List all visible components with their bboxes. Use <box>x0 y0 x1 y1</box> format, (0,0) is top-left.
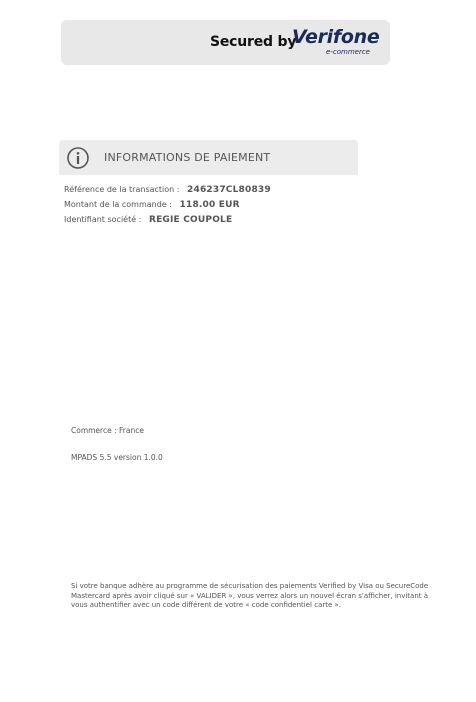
order-amount-label: Montant de la commande : <box>64 200 172 209</box>
secured-by-label: Secured by <box>210 34 297 50</box>
brand-name: Verifone <box>292 26 380 48</box>
verifone-logo: Verifone e-commerce <box>290 26 380 60</box>
security-note: Si votre banque adhère au programme de s… <box>71 582 476 611</box>
payment-page: Secured by Verifone e-commerce INFORMATI… <box>0 0 476 702</box>
payment-info-header: INFORMATIONS DE PAIEMENT <box>59 140 358 175</box>
company-id-value: REGIE COUPOLE <box>148 215 233 225</box>
security-note-line: Si votre banque adhère au programme de s… <box>71 582 429 590</box>
transaction-reference-row: Référence de la transaction : 246237CL80… <box>64 185 271 195</box>
mpads-version: MPADS 5.5 version 1.0.0 <box>71 453 163 462</box>
order-amount-row: Montant de la commande : 118.00 EUR <box>64 200 240 210</box>
company-id-label: Identifiant société : <box>64 215 142 224</box>
payment-info-title: INFORMATIONS DE PAIEMENT <box>104 151 271 164</box>
security-note-line: Mastercard après avoir cliqué sur « VALI… <box>71 591 429 600</box>
commerce-country: Commerce : France <box>71 426 144 435</box>
transaction-reference-value: 246237CL80839 <box>187 185 271 195</box>
company-id-row: Identifiant société : REGIE COUPOLE <box>64 215 232 225</box>
transaction-reference-label: Référence de la transaction : <box>64 185 180 194</box>
security-note-line: vous authentifier avec un code différent… <box>71 601 342 609</box>
info-icon <box>67 147 89 169</box>
secured-by-banner: Secured by Verifone e-commerce <box>61 20 390 65</box>
order-amount-value: 118.00 EUR <box>179 200 240 210</box>
brand-subtitle: e-commerce <box>326 48 370 56</box>
